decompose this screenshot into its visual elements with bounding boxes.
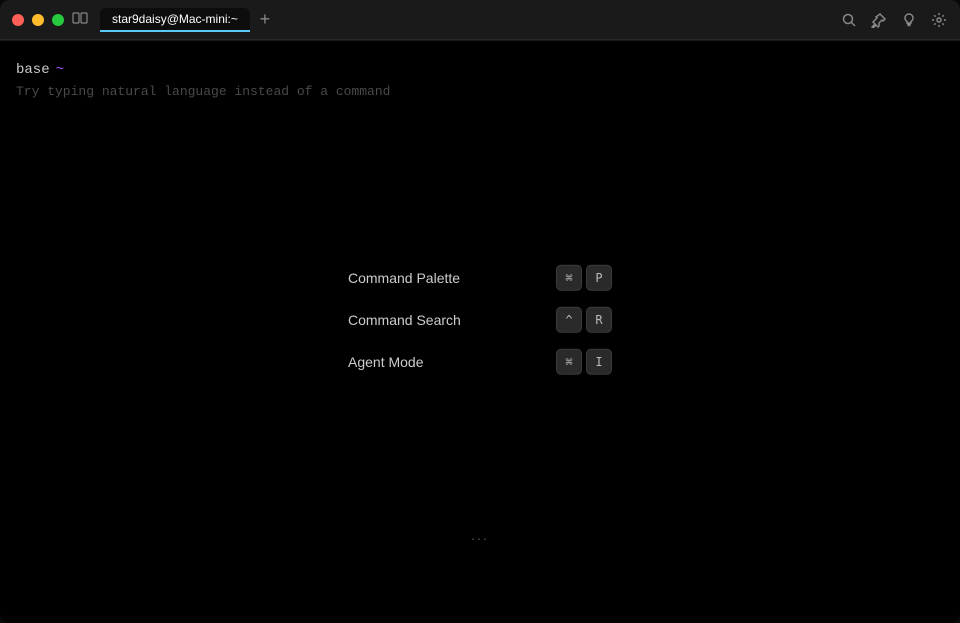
- tab-bar: star9daisy@Mac-mini:~ +: [100, 8, 840, 32]
- hint-text: Try typing natural language instead of a…: [16, 84, 944, 99]
- keyboard-shortcut: ⌘I: [556, 348, 612, 374]
- prompt-tilde: ~: [56, 62, 64, 78]
- menu-item-label: Command Search: [348, 311, 461, 327]
- maximize-button[interactable]: [52, 14, 64, 26]
- terminal-content: Command Palette⌘PCommand Search^RAgent M…: [0, 40, 960, 623]
- menu-item[interactable]: Agent Mode ⌘I: [340, 342, 620, 380]
- key-badge: P: [586, 264, 612, 290]
- new-tab-button[interactable]: +: [254, 9, 276, 31]
- close-button[interactable]: [12, 14, 24, 26]
- ellipsis-indicator: ...: [471, 527, 489, 543]
- tab-title: star9daisy@Mac-mini:~: [112, 12, 238, 26]
- tab-groups-icon: [72, 10, 88, 26]
- menu-item[interactable]: Command Search ^R: [340, 300, 620, 338]
- bottom-bar: base ~ Try typing natural language inste…: [0, 40, 960, 120]
- terminal-window: star9daisy@Mac-mini:~ +: [0, 0, 960, 623]
- menu-item-label: Agent Mode: [348, 353, 424, 369]
- key-badge: ⌘: [556, 348, 582, 374]
- prompt-base: base: [16, 62, 50, 78]
- menu-item-label: Command Palette: [348, 269, 460, 285]
- title-bar-actions: [840, 11, 948, 29]
- keyboard-shortcut: ^R: [556, 306, 612, 332]
- prompt-line: base ~: [16, 62, 944, 78]
- active-tab[interactable]: star9daisy@Mac-mini:~: [100, 8, 250, 32]
- key-badge: R: [586, 306, 612, 332]
- traffic-lights: [12, 14, 64, 26]
- minimize-button[interactable]: [32, 14, 44, 26]
- pin-icon[interactable]: [870, 11, 888, 29]
- search-icon[interactable]: [840, 11, 858, 29]
- bulb-icon[interactable]: [900, 11, 918, 29]
- key-badge: ⌘: [556, 264, 582, 290]
- key-badge: I: [586, 348, 612, 374]
- command-menu: Command Palette⌘PCommand Search^RAgent M…: [340, 258, 620, 380]
- keyboard-shortcut: ⌘P: [556, 264, 612, 290]
- title-bar: star9daisy@Mac-mini:~ +: [0, 0, 960, 40]
- tab-switcher-icon[interactable]: [72, 10, 88, 29]
- menu-item[interactable]: Command Palette ⌘P: [340, 258, 620, 296]
- key-badge: ^: [556, 306, 582, 332]
- settings-icon[interactable]: [930, 11, 948, 29]
